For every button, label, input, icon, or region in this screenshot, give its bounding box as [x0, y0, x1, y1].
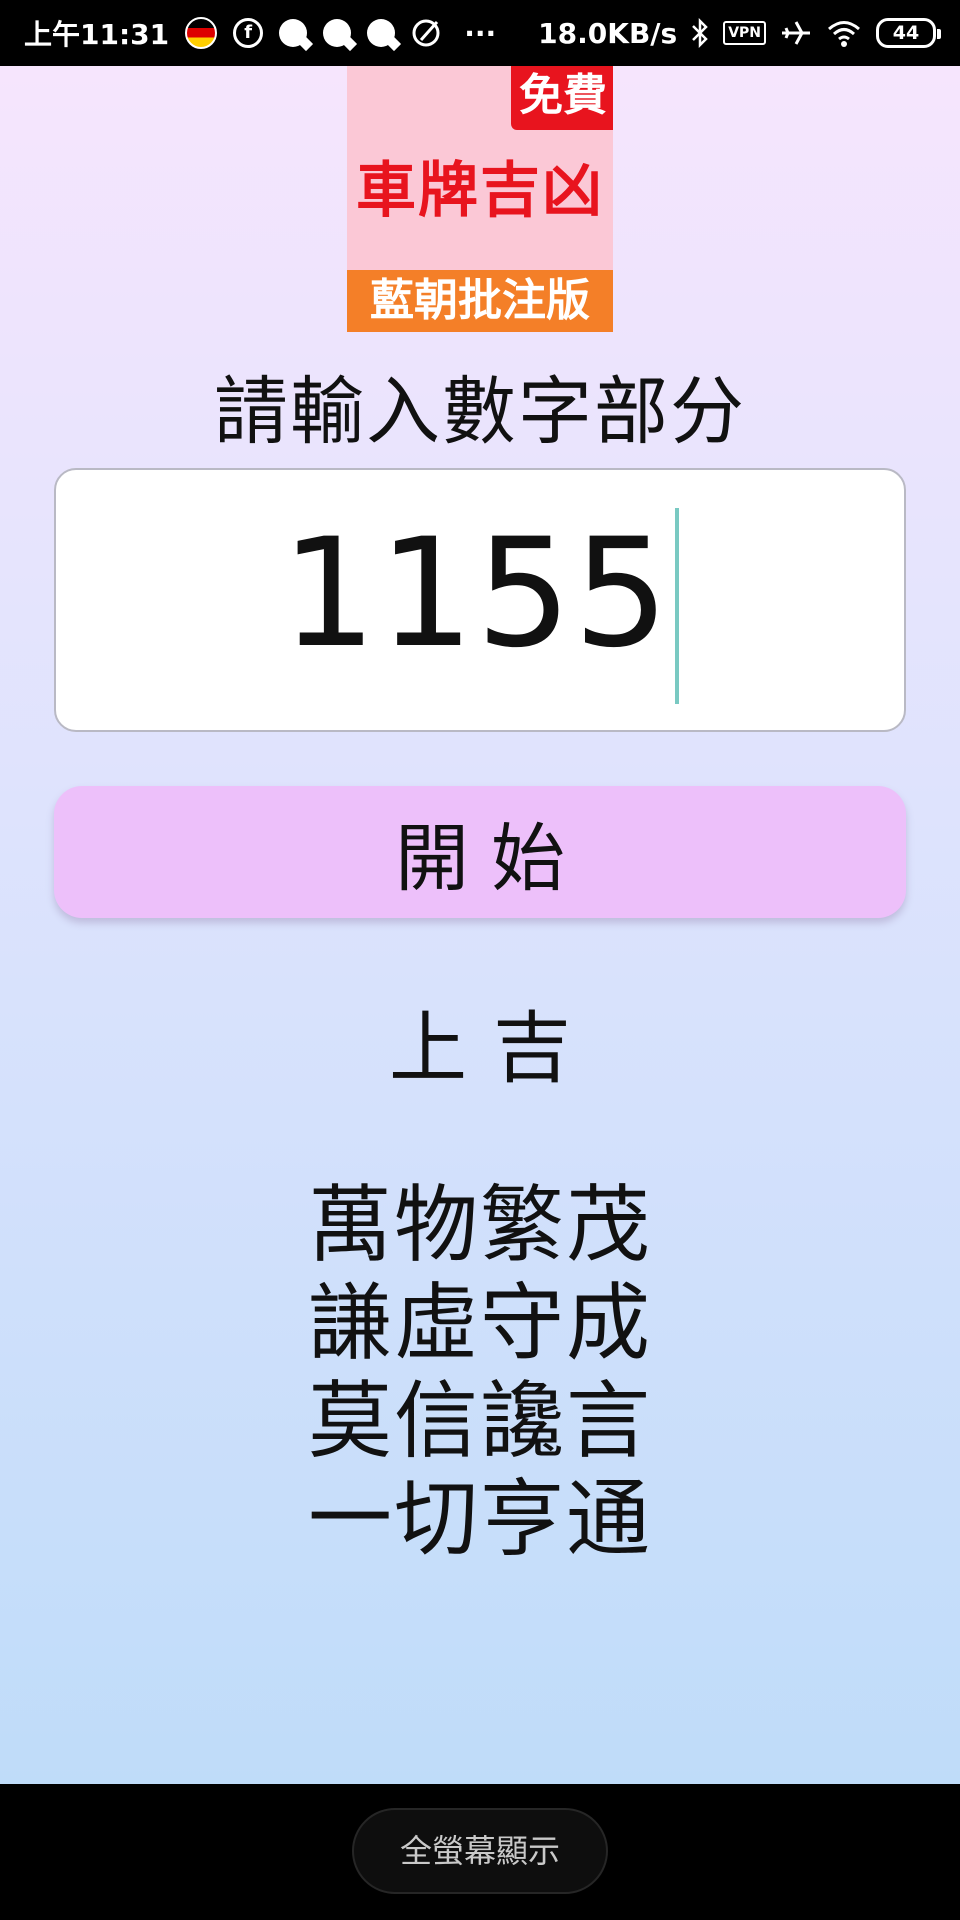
- verse-line: 莫信讒言: [307, 1372, 652, 1470]
- result-verse: 萬物繁茂 謙虛守成 莫信讒言 一切亨通: [0, 1176, 960, 1568]
- airplane-mode-icon: [780, 18, 812, 48]
- result-level: 上吉: [388, 1004, 597, 1094]
- wifi-icon: [826, 18, 862, 48]
- chat-bubble-icon: [279, 19, 308, 47]
- logo-title: 車牌吉凶: [356, 156, 604, 226]
- input-prompt: 請輸入數字部分: [214, 369, 746, 455]
- status-bar: 上午11:31 f ··· 18.0KB/s VPN 44: [0, 0, 960, 66]
- more-notifications-icon: ···: [464, 16, 497, 50]
- vpn-icon: VPN: [723, 21, 766, 45]
- network-speed: 18.0KB/s: [538, 16, 678, 50]
- bluetooth-icon: [691, 18, 709, 48]
- logo-subtitle: 藍朝批注版: [347, 270, 613, 332]
- chat-bubble-icon: [323, 19, 352, 47]
- chat-bubble-icon: [367, 19, 396, 47]
- clock: 上午11:31: [24, 18, 170, 51]
- fullscreen-button[interactable]: 全螢幕顯示: [352, 1808, 608, 1894]
- navigation-bar: 全螢幕顯示: [0, 1784, 960, 1920]
- free-badge: 免費: [511, 66, 613, 130]
- text-caret: [674, 508, 679, 704]
- app-notification-icon: [411, 18, 445, 48]
- verse-line: 謙虛守成: [307, 1274, 652, 1372]
- app-logo: 免費 車牌吉凶 藍朝批注版: [347, 66, 613, 332]
- germany-flag-icon: [185, 17, 218, 49]
- verse-line: 萬物繁茂: [307, 1176, 652, 1274]
- app-screen: 免費 車牌吉凶 藍朝批注版 請輸入數字部分 1155 開始 上吉 萬物繁茂 謙虛…: [0, 66, 960, 1784]
- facebook-icon: f: [233, 18, 264, 48]
- plate-number-input[interactable]: 1155: [54, 468, 906, 732]
- battery-icon: 44: [876, 18, 941, 48]
- plate-number-value: 1155: [281, 507, 671, 681]
- start-button[interactable]: 開始: [54, 786, 906, 918]
- verse-line: 一切亨通: [307, 1470, 652, 1568]
